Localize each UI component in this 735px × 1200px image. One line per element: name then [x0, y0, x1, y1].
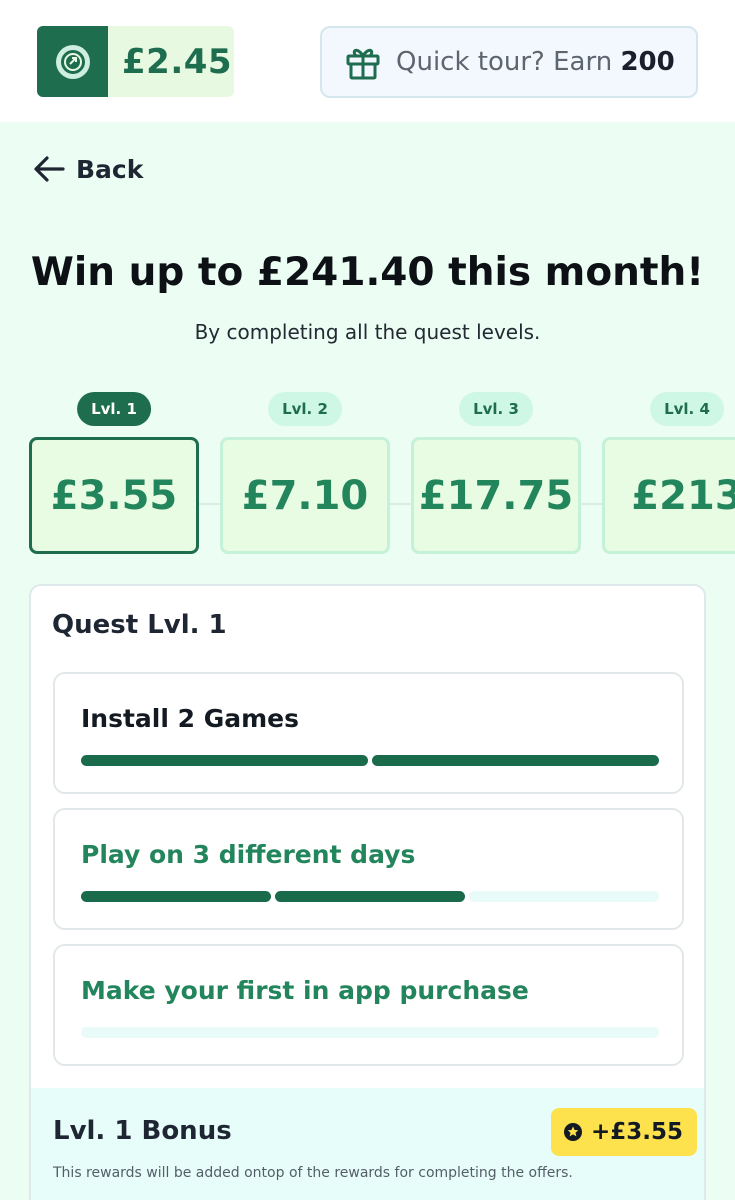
task-progress-bar [81, 1027, 659, 1038]
task-progress-bar [81, 755, 659, 766]
level-3-tile[interactable]: Lvl. 3 £17.75 [411, 390, 581, 560]
level-3-label: Lvl. 3 [459, 392, 533, 426]
quest-panel: Quest Lvl. 1 Install 2 Games Play on 3 d… [29, 584, 706, 1200]
task-progress-bar [81, 891, 659, 902]
star-coin-icon [564, 1123, 582, 1141]
balance-display[interactable]: £2.45 [37, 26, 234, 97]
arrow-left-icon [34, 156, 65, 182]
level-connector [198, 503, 220, 505]
level-4-label: Lvl. 4 [650, 392, 724, 426]
page-subtitle: By completing all the quest levels. [194, 320, 541, 344]
quick-tour-points: 200 [620, 47, 675, 77]
bonus-reward-amount: +£3.55 [591, 1119, 684, 1145]
back-label: Back [76, 154, 144, 184]
coin-icon [37, 26, 108, 97]
level-2-reward: £7.10 [220, 437, 390, 554]
level-bonus-section: Lvl. 1 Bonus +£3.55 This rewards will be… [31, 1088, 704, 1200]
quick-tour-button[interactable]: Quick tour? Earn 200 [320, 26, 698, 98]
quest-title: Quest Lvl. 1 [52, 610, 227, 640]
progress-segment [275, 891, 465, 902]
task-label: Play on 3 different days [81, 840, 416, 869]
level-1-reward: £3.55 [29, 437, 199, 554]
progress-segment [372, 755, 659, 766]
progress-segment [81, 891, 271, 902]
page-title: Win up to £241.40 this month! [30, 250, 705, 295]
level-2-tile[interactable]: Lvl. 2 £7.10 [220, 390, 390, 560]
task-label: Make your first in app purchase [81, 976, 529, 1005]
balance-amount: £2.45 [108, 26, 234, 97]
level-4-reward: £213 [602, 437, 735, 554]
quest-page: Back Win up to £241.40 this month! By co… [0, 122, 735, 1200]
task-label: Install 2 Games [81, 704, 300, 733]
level-connector [389, 503, 411, 505]
progress-segment [81, 755, 368, 766]
level-1-label: Lvl. 1 [77, 392, 151, 426]
task-first-purchase[interactable]: Make your first in app purchase [53, 944, 684, 1066]
gift-icon [346, 48, 380, 80]
quick-tour-label: Quick tour? Earn 200 [396, 47, 675, 77]
task-install-games[interactable]: Install 2 Games [53, 672, 684, 794]
progress-segment [81, 1027, 659, 1038]
progress-segment [469, 891, 659, 902]
top-bar: £2.45 Quick tour? Earn 200 [0, 0, 735, 122]
level-carousel[interactable]: Lvl. 1 £3.55 Lvl. 2 £7.10 Lvl. 3 £17.75 … [0, 390, 735, 560]
level-2-label: Lvl. 2 [268, 392, 342, 426]
task-play-days[interactable]: Play on 3 different days [53, 808, 684, 930]
level-connector [580, 503, 602, 505]
bonus-title: Lvl. 1 Bonus [53, 1116, 232, 1146]
level-4-tile[interactable]: Lvl. 4 £213 [602, 390, 735, 560]
bonus-note: This rewards will be added ontop of the … [53, 1165, 573, 1181]
level-3-reward: £17.75 [411, 437, 581, 554]
back-button[interactable]: Back [32, 154, 143, 184]
bonus-reward-badge: +£3.55 [551, 1108, 698, 1156]
level-1-tile[interactable]: Lvl. 1 £3.55 [29, 390, 199, 560]
